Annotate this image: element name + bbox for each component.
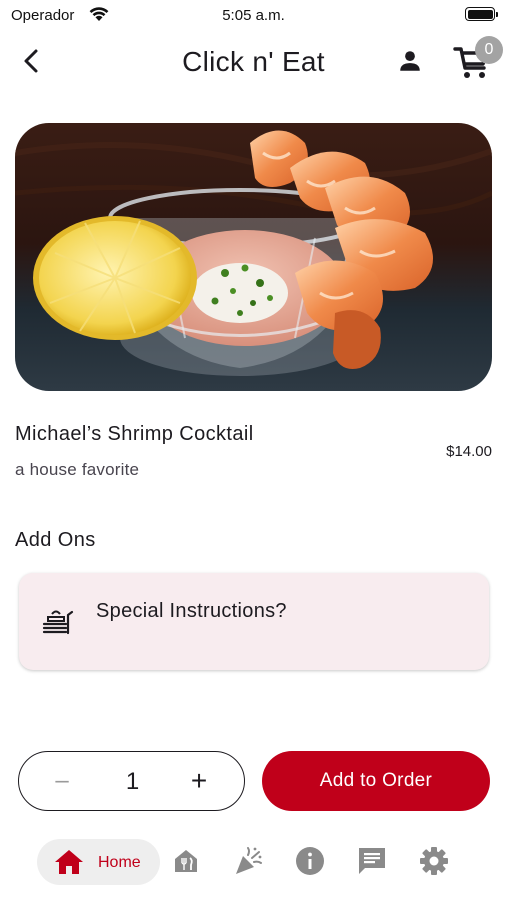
- item-name: Michael’s Shrimp Cocktail: [15, 423, 254, 445]
- party-icon: [236, 847, 262, 874]
- status-time: 5:05 a.m.: [222, 7, 285, 24]
- increment-button[interactable]: +: [184, 765, 214, 796]
- chat-icon: [359, 848, 385, 874]
- quantity-stepper: – 1 +: [18, 751, 245, 811]
- app-bar: Click n' Eat 0: [0, 30, 507, 96]
- add-to-order-button[interactable]: Add to Order: [262, 751, 490, 811]
- special-instructions-card[interactable]: Special Instructions?: [19, 573, 489, 670]
- takeout-dining-icon: [42, 607, 74, 642]
- person-icon: [400, 51, 420, 71]
- item-photo: [15, 123, 492, 391]
- nav-item-messages[interactable]: [357, 846, 387, 876]
- nav-item-events[interactable]: [233, 846, 263, 876]
- item-description: a house favorite: [15, 460, 140, 479]
- nav-item-home[interactable]: Home: [37, 839, 160, 885]
- nav-item-info[interactable]: [295, 846, 325, 876]
- item-price: $14.00: [446, 443, 492, 460]
- cart-count-badge: 0: [475, 36, 503, 64]
- account-button[interactable]: [393, 44, 427, 78]
- special-instructions-label: Special Instructions?: [96, 600, 287, 622]
- nav-home-label: Home: [98, 854, 141, 871]
- battery-icon: [465, 7, 498, 21]
- settings-icon: [420, 847, 448, 875]
- bottom-navigation: Home: [0, 836, 507, 890]
- home-icon: [54, 849, 84, 880]
- restaurant-icon: [175, 850, 197, 872]
- nav-item-menu[interactable]: [171, 846, 201, 876]
- info-icon: [296, 847, 324, 875]
- status-bar: Operador 5:05 a.m.: [0, 0, 507, 30]
- app-title: Click n' Eat: [182, 46, 325, 77]
- add-ons-title: Add Ons: [15, 529, 96, 551]
- nav-item-settings[interactable]: [419, 846, 449, 876]
